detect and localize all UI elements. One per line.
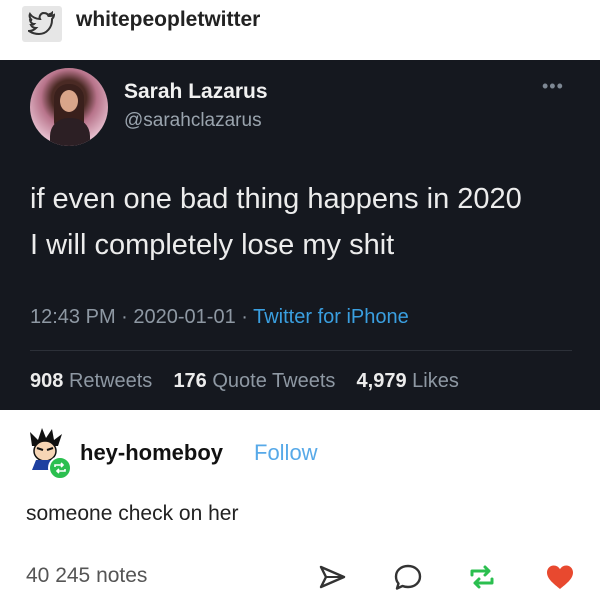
reblog-icon[interactable] — [466, 562, 498, 592]
quote-tweets-label: Quote Tweets — [212, 370, 336, 392]
quote-tweets-count: 176 — [173, 370, 207, 392]
notes-count[interactable]: 40 245 notes — [26, 564, 147, 588]
likes-label: Likes — [412, 370, 459, 392]
tweet-stats: 908 Retweets 176 Quote Tweets 4,979 Like… — [30, 370, 459, 393]
tweet-card: Sarah Lazarus @sarahclazarus ••• if even… — [0, 60, 600, 410]
retweets-label: Retweets — [68, 370, 153, 392]
tweet-meta: 12:43 PM · 2020-01-01 · Twitter for iPho… — [30, 306, 409, 328]
twitter-bird-icon — [28, 11, 56, 36]
divider — [30, 350, 572, 351]
share-icon[interactable] — [316, 562, 348, 592]
blog-avatar[interactable] — [22, 6, 62, 42]
tweet-author-name: Sarah Lazarus — [124, 80, 268, 103]
tweet-date: 2020-01-01 — [133, 306, 236, 328]
blog-username[interactable]: whitepeopletwitter — [76, 8, 260, 32]
tweet-author-handle: @sarahclazarus — [124, 110, 262, 131]
reblogger-username[interactable]: hey-homeboy — [80, 440, 223, 466]
follow-button[interactable]: Follow — [254, 440, 318, 466]
tweet-time: 12:43 PM — [30, 306, 116, 328]
likes-count: 4,979 — [356, 370, 407, 392]
tweet-text: if even one bad thing happens in 2020 I … — [30, 176, 590, 268]
heart-icon[interactable] — [544, 562, 576, 592]
reblog-comment: someone check on her — [26, 502, 239, 525]
post-header: whitepeopletwitter — [0, 0, 600, 44]
tweet-text-line: I will completely lose my shit — [30, 229, 395, 261]
tweet-avatar — [30, 68, 108, 146]
reblog-badge-icon — [48, 456, 72, 480]
reply-icon[interactable] — [392, 562, 424, 592]
tweet-text-line: if even one bad thing happens in 2020 — [30, 183, 522, 215]
more-dots-icon: ••• — [542, 76, 564, 96]
retweets-count: 908 — [30, 370, 64, 392]
tweet-source: Twitter for iPhone — [253, 306, 409, 328]
